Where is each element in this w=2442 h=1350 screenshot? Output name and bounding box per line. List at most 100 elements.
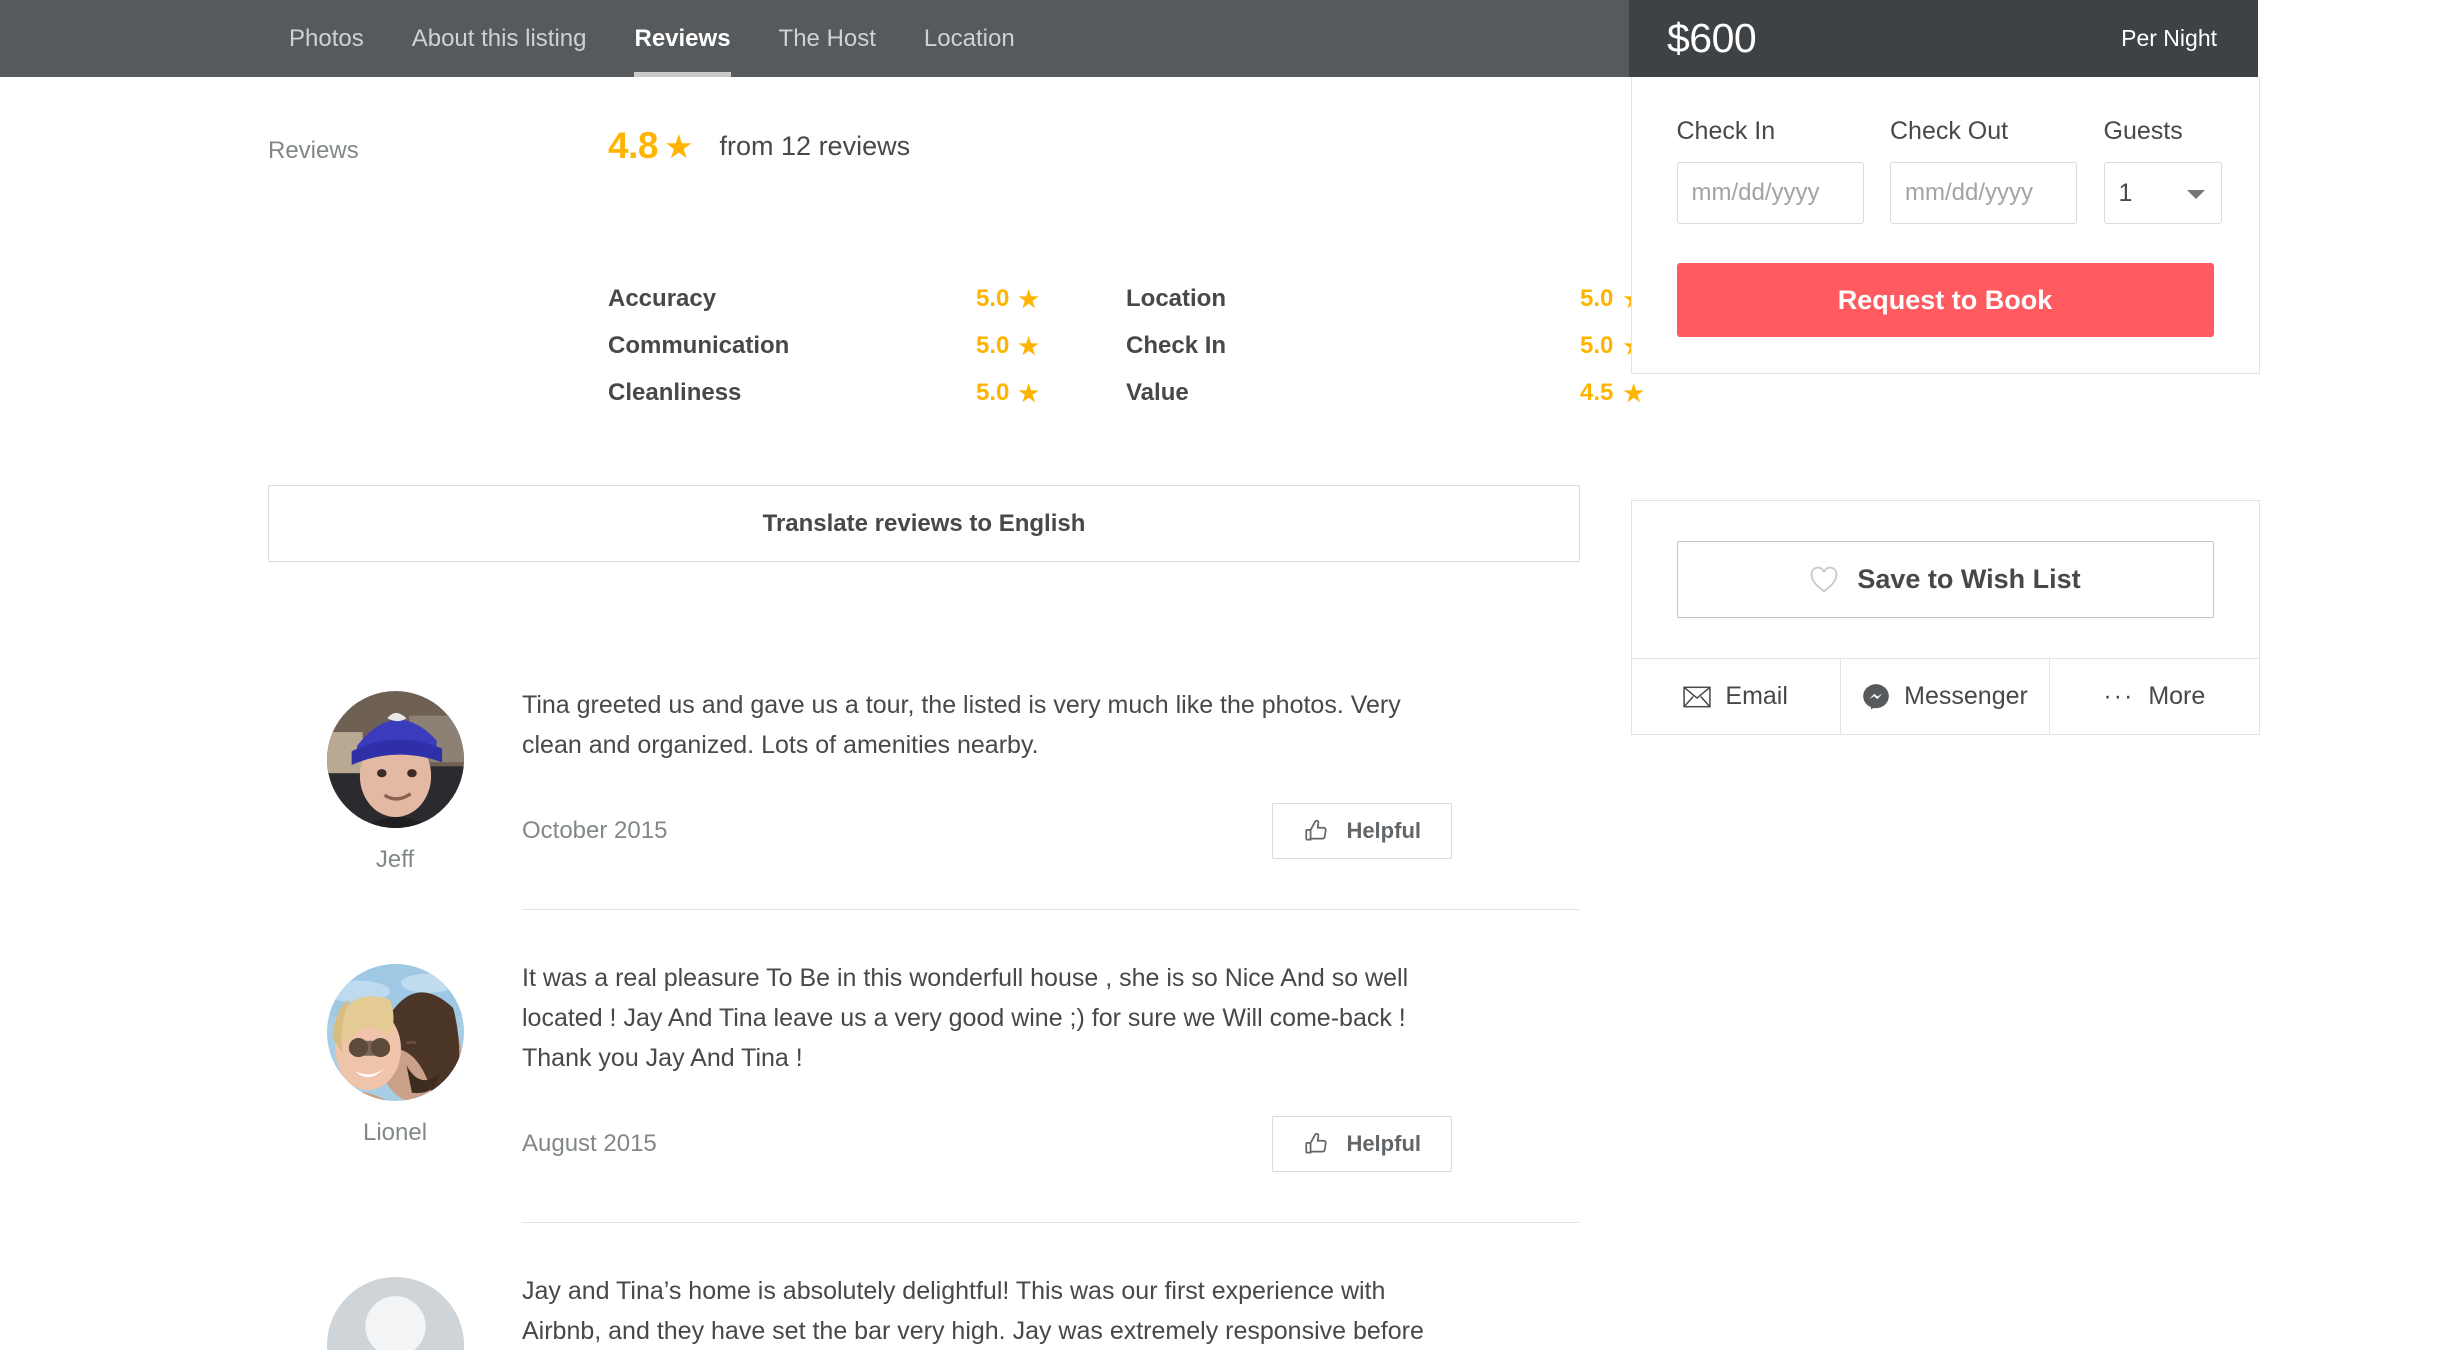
star-icon: ★ [1018,379,1039,406]
avatar-photo-couple-icon [326,964,464,1101]
category-value-location: 5.0★ [1494,285,1644,313]
star-icon: ★ [1018,285,1039,312]
category-score: 5.0 [1580,332,1614,359]
category-score: 5.0 [976,332,1010,359]
category-value-communication: 5.0 ★ [976,332,1126,360]
review-body: It was a real pleasure To Be in this won… [522,910,1580,1222]
review-item: Lionel It was a real pleasure To Be in t… [268,910,1580,1222]
overall-rating: 4.8 ★ from 12 reviews [608,125,910,167]
share-email-label: Email [1725,682,1788,710]
reviews-section-label: Reviews [268,137,359,164]
star-icon: ★ [1018,332,1039,359]
overall-rating-score: 4.8 [608,125,658,166]
nav-item-reviews[interactable]: Reviews [610,0,754,77]
nav-item-location[interactable]: Location [900,0,1039,77]
review-text: Jay and Tina’s home is absolutely deligh… [522,1277,1424,1345]
checkout-label: Check Out [1890,117,2009,145]
nav-item-label: Photos [289,24,364,52]
share-messenger-label: Messenger [1904,682,2028,710]
category-name-check-in: Check In [1126,332,1227,359]
category-name-communication: Communication [608,332,790,359]
helpful-label: Helpful [1346,1131,1421,1156]
section-navbar: Photos About this listing Reviews The Ho… [0,0,1629,77]
review-date: October 2015 [522,817,668,844]
wish-list-wrap: Save to Wish List [1632,501,2259,658]
reviewer-block: Lionel [268,910,522,1222]
reviews-content: Reviews 4.8 ★ from 12 reviews Accuracy 5… [0,77,1644,1350]
helpful-button[interactable]: Helpful [1272,803,1452,859]
wish-list-label: Save to Wish List [1857,564,2081,594]
guests-label: Guests [2103,117,2183,145]
checkin-input[interactable] [1676,162,1864,224]
nav-item-label: Location [923,24,1015,52]
category-name-location: Location [1126,285,1226,312]
reviewer-name: Jeff [375,846,415,873]
category-value-cleanliness: 5.0 ★ [976,379,1126,407]
helpful-button[interactable]: Helpful [1272,1116,1452,1172]
share-email-button[interactable]: Email [1632,659,1840,734]
review-text: It was a real pleasure To Be in this won… [522,964,1409,1072]
messenger-icon [1863,683,1889,709]
nav-item-the-host[interactable]: The Host [755,0,900,77]
reviews-list: Jeff Tina greeted us and gave us a tour,… [268,637,1580,1350]
reviews-count-summary: from 12 reviews [719,130,911,161]
category-score: 5.0 [976,285,1010,312]
avatar[interactable] [326,691,464,828]
envelope-icon [1683,686,1712,707]
share-row: Email Messenger ··· More [1631,658,2259,734]
nav-item-about-this-listing[interactable]: About this listing [388,0,611,77]
reviewer-block: Jeff [268,637,522,909]
review-body: Jay and Tina’s home is absolutely deligh… [522,1223,1580,1350]
avatar-silhouette-icon [326,1277,464,1350]
avatar-photo-cap-icon [326,691,464,828]
ellipsis-icon: ··· [2103,682,2135,710]
nav-item-photos[interactable]: Photos [265,0,388,77]
star-icon: ★ [663,127,694,165]
chevron-down-icon [2186,190,2205,199]
category-value-value: 4.5 ★ [1494,379,1644,407]
price-unit: Per Night [2121,25,2217,51]
checkin-field: Check In [1676,117,1891,224]
heart-icon [1810,566,1838,593]
request-to-book-button[interactable]: Request to Book [1676,263,2214,337]
nav-item-label: The Host [778,24,876,52]
guests-select[interactable]: 1 [2103,162,2222,224]
category-name-cleanliness: Cleanliness [608,379,742,406]
review-item: Jay and Tina’s home is absolutely deligh… [268,1223,1580,1350]
helpful-label: Helpful [1346,818,1421,843]
category-score: 5.0 [1580,285,1614,312]
review-footer: August 2015 Helpful [522,1116,1452,1222]
review-item: Jeff Tina greeted us and gave us a tour,… [268,637,1580,909]
price-bar: $600 Per Night [1629,0,2258,77]
reviewer-block [268,1223,522,1350]
review-date: August 2015 [522,1130,657,1157]
category-name-value: Value [1126,379,1189,406]
booking-card: Check In Check Out Guests 1 Request to B… [1630,77,2260,374]
share-messenger-button[interactable]: Messenger [1839,659,2049,734]
category-score: 4.5 [1580,379,1614,406]
category-ratings: Accuracy 5.0 ★ Location 5.0 ★ Communicatio… [608,285,1644,407]
reviewer-name: Lionel [362,1119,428,1146]
category-score: 5.0 [976,379,1010,406]
nav-item-label: Reviews [634,24,731,52]
checkout-field: Check Out [1890,117,2104,224]
share-card: Save to Wish List Email Messenger ··· Mo… [1630,500,2260,735]
avatar[interactable] [326,964,464,1101]
review-text: Tina greeted us and gave us a tour, the … [522,691,1401,759]
share-more-label: More [2148,682,2206,710]
guests-value: 1 [2118,178,2133,207]
checkout-input[interactable] [1890,162,2077,224]
guests-field: Guests 1 [2103,117,2222,224]
thumbs-up-icon [1305,819,1328,841]
category-value-check-in: 5.0★ [1494,332,1644,360]
avatar[interactable] [326,1277,464,1350]
save-to-wish-list-button[interactable]: Save to Wish List [1676,541,2214,618]
review-body: Tina greeted us and gave us a tour, the … [522,637,1580,909]
translate-reviews-button[interactable]: Translate reviews to English [268,485,1580,562]
checkin-label: Check In [1676,117,1776,145]
category-name-accuracy: Accuracy [608,285,717,312]
review-footer: October 2015 Helpful [522,803,1452,909]
nav-item-label: About this listing [411,24,587,52]
share-more-button[interactable]: ··· More [2049,659,2258,734]
listing-page: Photos About this listing Reviews The Ho… [0,0,2442,1350]
